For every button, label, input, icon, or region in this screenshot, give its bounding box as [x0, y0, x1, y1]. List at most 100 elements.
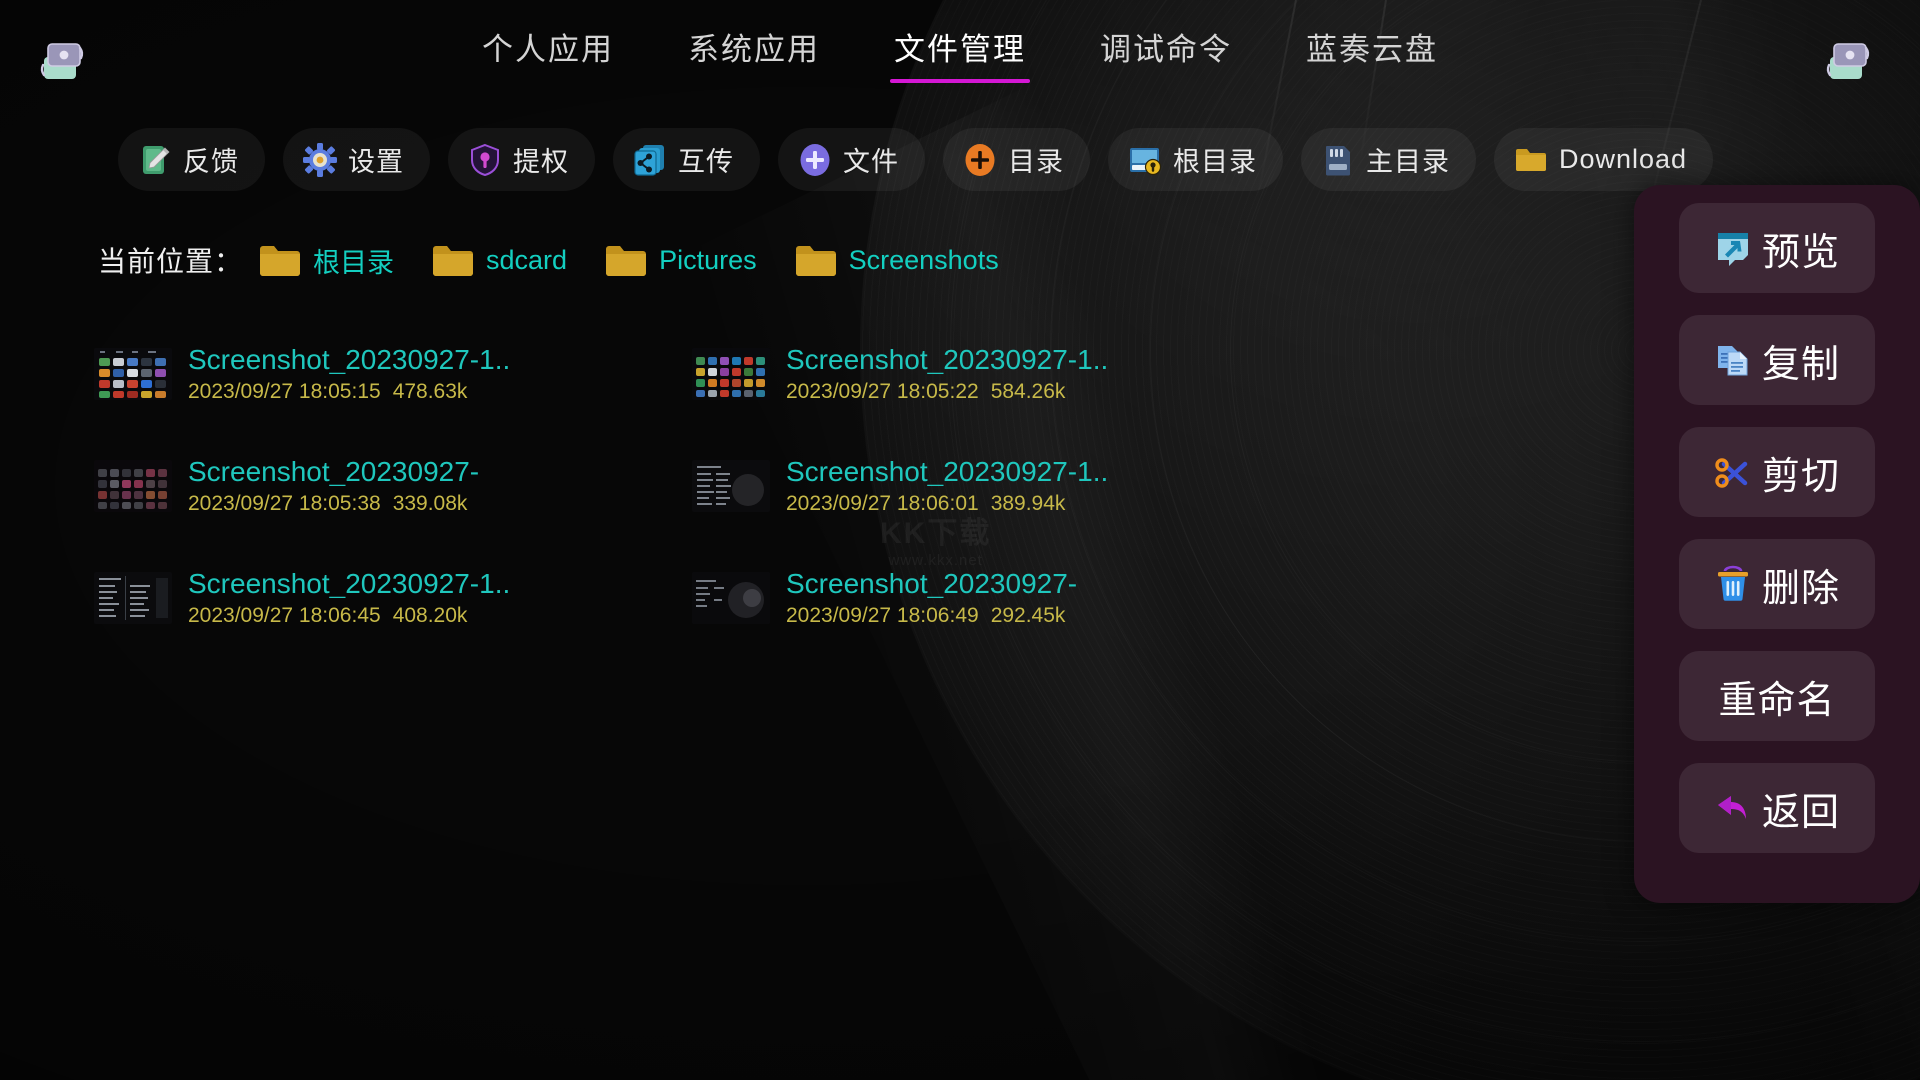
toolbar-label: 目录	[1008, 147, 1064, 177]
context-label: 预览	[1761, 231, 1840, 274]
action-toolbar: 反馈 设置 提权 互传 文件 目录 根目录 主目录 Download	[118, 128, 1714, 191]
file-item[interactable]: Screenshot_20230927-1.. 2023/09/27 18:06…	[686, 430, 1284, 542]
file-date: 2023/09/27 18:06:49	[786, 604, 979, 628]
toolbar-label: 反馈	[183, 147, 239, 177]
file-grid: Screenshot_20230927-1.. 2023/09/27 18:05…	[88, 318, 1608, 654]
new-file-plus-icon	[798, 143, 832, 177]
toolbar-label: 提权	[513, 147, 569, 177]
context-label: 重命名	[1718, 679, 1836, 722]
file-date: 2023/09/27 18:05:38	[188, 492, 381, 516]
file-size: 478.63k	[392, 380, 468, 404]
tab-label: 个人应用	[482, 32, 614, 67]
file-size: 389.94k	[990, 492, 1066, 516]
root-directory-button[interactable]: 根目录	[1108, 128, 1283, 191]
folder-icon	[1514, 143, 1548, 177]
back-button[interactable]: 返回	[1679, 763, 1875, 853]
tab-debug-commands[interactable]: 调试命令	[1096, 18, 1236, 87]
file-date: 2023/09/27 18:06:01	[786, 492, 979, 516]
trash-icon	[1714, 565, 1752, 603]
app-root: 个人应用 系统应用 文件管理 调试命令 蓝奏云盘 反馈 设置 提权 互传 文件 …	[0, 0, 1920, 1080]
file-date: 2023/09/27 18:05:15	[188, 380, 381, 404]
breadcrumb-item-text: 根目录	[313, 247, 395, 278]
file-thumbnail	[94, 460, 172, 512]
cut-button[interactable]: 剪切	[1679, 427, 1875, 517]
tab-system-apps[interactable]: 系统应用	[684, 18, 824, 87]
file-name: Screenshot_20230927-	[188, 456, 480, 487]
breadcrumb-item-screenshots[interactable]: Screenshots	[795, 244, 999, 277]
tab-file-manager[interactable]: 文件管理	[890, 18, 1030, 87]
file-size: 584.26k	[990, 380, 1066, 404]
file-sub: 2023/09/27 18:06:01 389.94k	[786, 493, 1108, 515]
file-thumbnail	[692, 348, 770, 400]
file-size: 292.45k	[990, 604, 1066, 628]
delete-button[interactable]: 删除	[1679, 539, 1875, 629]
root-directory-icon	[1128, 143, 1162, 177]
toolbar-label: Download	[1559, 144, 1688, 174]
folder-icon	[432, 244, 474, 277]
file-item[interactable]: Screenshot_20230927- 2023/09/27 18:06:49…	[686, 542, 1284, 654]
context-label: 返回	[1761, 791, 1840, 834]
shield-key-icon	[468, 143, 502, 177]
file-name: Screenshot_20230927-1..	[786, 344, 1109, 375]
file-item[interactable]: Screenshot_20230927-1.. 2023/09/27 18:05…	[686, 318, 1284, 430]
file-name: Screenshot_20230927-	[786, 568, 1078, 599]
file-date: 2023/09/27 18:05:22	[786, 380, 979, 404]
context-label: 剪切	[1761, 455, 1840, 498]
folder-icon	[259, 244, 301, 277]
file-size: 339.08k	[392, 492, 468, 516]
tab-label: 蓝奏云盘	[1306, 32, 1438, 67]
breadcrumb-label: 当前位置：	[98, 246, 244, 277]
file-meta: Screenshot_20230927-1.. 2023/09/27 18:05…	[188, 345, 510, 403]
file-meta: Screenshot_20230927-1.. 2023/09/27 18:06…	[786, 457, 1108, 515]
file-thumbnail	[692, 572, 770, 624]
elevate-privileges-button[interactable]: 提权	[448, 128, 595, 191]
file-item[interactable]: Screenshot_20230927-1.. 2023/09/27 18:06…	[88, 542, 686, 654]
file-thumbnail	[94, 572, 172, 624]
toolbar-label: 根目录	[1173, 147, 1257, 177]
file-sub: 2023/09/27 18:05:38 339.08k	[188, 493, 479, 515]
tab-lanzou-cloud[interactable]: 蓝奏云盘	[1302, 18, 1442, 87]
file-size: 408.20k	[392, 604, 468, 628]
context-label: 删除	[1761, 567, 1840, 610]
file-item[interactable]: Screenshot_20230927- 2023/09/27 18:05:38…	[88, 430, 686, 542]
file-name: Screenshot_20230927-1..	[188, 344, 511, 375]
breadcrumb-item-text: sdcard	[486, 244, 568, 275]
file-item[interactable]: Screenshot_20230927-1.. 2023/09/27 18:05…	[88, 318, 686, 430]
tab-personal-apps[interactable]: 个人应用	[478, 18, 618, 87]
new-file-button[interactable]: 文件	[778, 128, 925, 191]
file-sub: 2023/09/27 18:05:22 584.26k	[786, 381, 1108, 403]
breadcrumb-item-sdcard[interactable]: sdcard	[432, 244, 567, 277]
file-sub: 2023/09/27 18:06:49 292.45k	[786, 605, 1077, 627]
download-folder-button[interactable]: Download	[1494, 128, 1714, 191]
rename-button[interactable]: 重命名	[1679, 651, 1875, 741]
file-name: Screenshot_20230927-1..	[786, 456, 1109, 487]
preview-icon	[1714, 229, 1752, 267]
feedback-button[interactable]: 反馈	[118, 128, 265, 191]
context-action-panel: 预览 复制 剪切 删除 重命名 返回	[1634, 185, 1920, 903]
file-thumbnail	[692, 460, 770, 512]
breadcrumb-item-root[interactable]: 根目录	[259, 241, 394, 280]
toolbar-label: 互传	[678, 147, 734, 177]
breadcrumb-item-pictures[interactable]: Pictures	[605, 244, 757, 277]
back-arrow-icon	[1714, 789, 1752, 827]
home-directory-button[interactable]: 主目录	[1301, 128, 1476, 191]
scissors-icon	[1714, 453, 1752, 491]
share-transfer-icon	[633, 143, 667, 177]
preview-button[interactable]: 预览	[1679, 203, 1875, 293]
context-label: 复制	[1761, 343, 1840, 386]
file-meta: Screenshot_20230927- 2023/09/27 18:05:38…	[188, 457, 479, 515]
transfer-button[interactable]: 互传	[613, 128, 760, 191]
file-sub: 2023/09/27 18:05:15 478.63k	[188, 381, 510, 403]
gear-icon	[303, 142, 337, 177]
settings-button[interactable]: 设置	[283, 128, 430, 191]
breadcrumb-item-text: Screenshots	[848, 244, 999, 275]
new-folder-button[interactable]: 目录	[943, 128, 1090, 191]
sdcard-icon	[1321, 143, 1355, 177]
toolbar-label: 主目录	[1366, 147, 1450, 177]
file-thumbnail	[94, 348, 172, 400]
file-meta: Screenshot_20230927- 2023/09/27 18:06:49…	[786, 569, 1077, 627]
copy-icon	[1714, 341, 1752, 379]
copy-button[interactable]: 复制	[1679, 315, 1875, 405]
tab-label: 文件管理	[894, 32, 1026, 67]
screen-cast-icon[interactable]	[1822, 40, 1874, 82]
